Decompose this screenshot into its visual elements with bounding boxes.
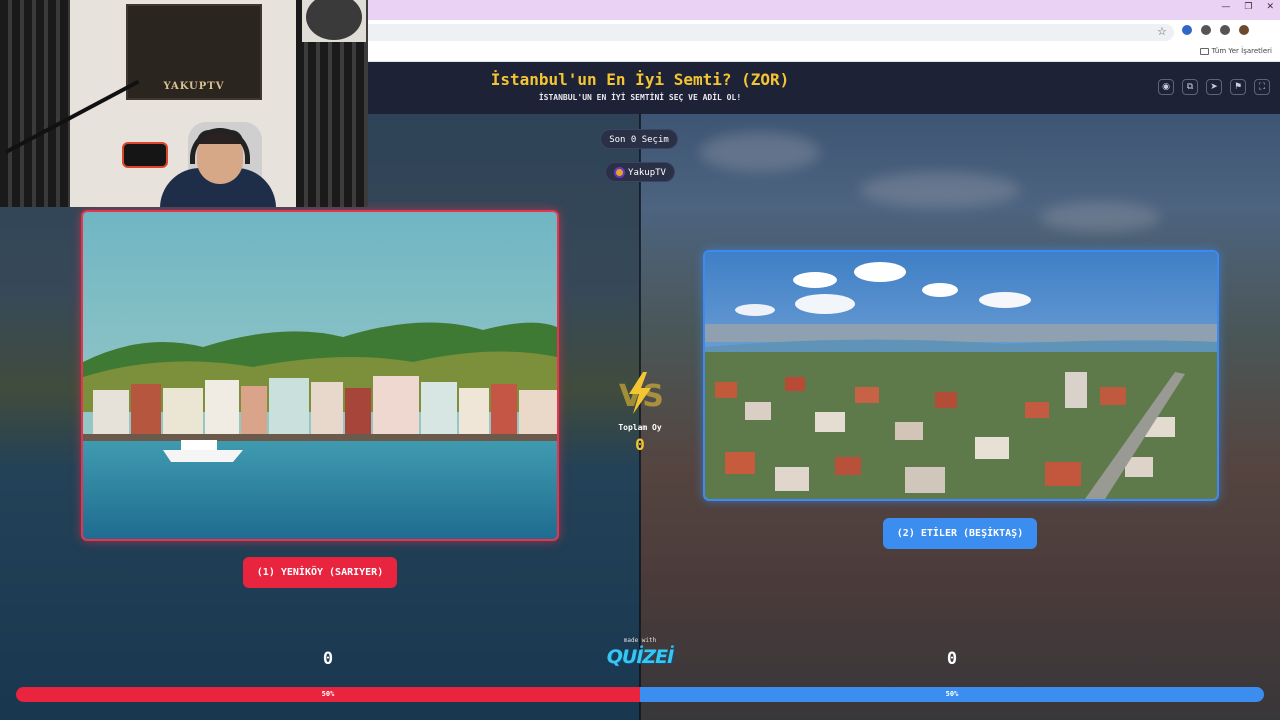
webcam-overlay: YAKUPTV xyxy=(0,0,368,207)
all-bookmarks-label: Tüm Yer İşaretleri xyxy=(1211,47,1272,55)
quizei-logo[interactable]: QUİZEİ xyxy=(600,646,680,668)
copy-icon[interactable]: ⧉ xyxy=(1182,79,1198,95)
header-actions: ◉ ⧉ ➤ ⚑ ⛶ xyxy=(1158,79,1270,95)
wall-mirror xyxy=(302,0,366,42)
option-right-button[interactable]: (2) ETİLER (BEŞİKTAŞ) xyxy=(883,518,1037,549)
right-vote-bar: 50% xyxy=(640,687,1264,702)
all-bookmarks-button[interactable]: Tüm Yer İşaretleri xyxy=(1199,47,1272,55)
option-left-button[interactable]: (1) YENİKÖY (SARIYER) xyxy=(243,557,397,588)
option-right-image[interactable] xyxy=(703,250,1219,501)
left-vote-percent: 50% xyxy=(321,690,335,698)
maximize-icon[interactable]: ❐ xyxy=(1244,2,1252,12)
option-left-image[interactable] xyxy=(81,210,559,541)
right-score: 0 xyxy=(946,649,958,669)
last-choices-badge[interactable]: Son 0 Seçim xyxy=(600,129,678,149)
minimize-icon[interactable]: — xyxy=(1221,2,1230,12)
user-badge[interactable]: YakupTV xyxy=(605,162,675,182)
poster-text: YAKUPTV xyxy=(163,81,225,92)
address-bar[interactable] xyxy=(368,24,1174,41)
window-controls: — ❐ ✕ xyxy=(1221,2,1274,12)
total-votes-value: 0 xyxy=(635,435,645,454)
extensions-puzzle-icon[interactable] xyxy=(1201,25,1211,35)
wall-poster: YAKUPTV xyxy=(126,4,262,100)
microphone xyxy=(122,142,168,168)
extension-icons xyxy=(1182,25,1249,35)
avatar xyxy=(614,167,625,178)
yenikoy-photo xyxy=(83,212,557,539)
media-icon[interactable] xyxy=(1220,25,1230,35)
flag-icon[interactable]: ⚑ xyxy=(1230,79,1246,95)
webcam-curtain xyxy=(0,0,70,207)
made-with-label: made with xyxy=(623,637,657,644)
profile-avatar-icon[interactable] xyxy=(1239,25,1249,35)
close-icon[interactable]: ✕ xyxy=(1266,2,1274,12)
eye-icon[interactable]: ◉ xyxy=(1158,79,1174,95)
bookmark-star-icon[interactable]: ☆ xyxy=(1157,25,1167,38)
user-name: YakupTV xyxy=(628,168,666,178)
extension-icon[interactable] xyxy=(1182,25,1192,35)
versus-icon: VS xyxy=(619,372,663,414)
right-vote-percent: 50% xyxy=(945,690,959,698)
left-vote-bar: 50% xyxy=(16,687,640,702)
total-votes-label: Toplam Oy xyxy=(618,423,662,432)
left-score: 0 xyxy=(322,649,334,669)
fullscreen-icon[interactable]: ⛶ xyxy=(1254,79,1270,95)
send-icon[interactable]: ➤ xyxy=(1206,79,1222,95)
folder-icon xyxy=(1199,47,1209,55)
etiler-photo xyxy=(705,252,1217,499)
